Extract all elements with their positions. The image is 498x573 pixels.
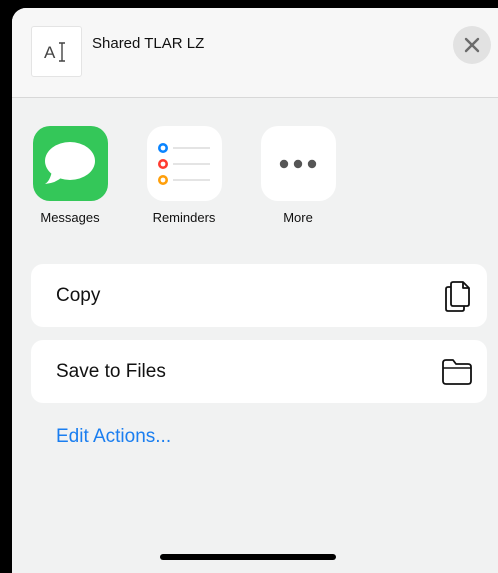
svg-text:A: A: [44, 43, 56, 62]
text-document-icon: A: [44, 41, 65, 62]
share-header: A Shared TLAR LZ: [12, 8, 498, 98]
save-to-files-label: Save to Files: [56, 361, 166, 382]
reminders-icon: [146, 126, 222, 201]
document-title: Shared TLAR LZ: [92, 35, 205, 52]
close-button[interactable]: [453, 26, 491, 64]
edit-actions-link[interactable]: Edit Actions...: [56, 426, 171, 448]
app-messages[interactable]: Messages: [25, 126, 115, 225]
app-more[interactable]: More: [253, 126, 343, 225]
document-thumbnail: A: [31, 26, 82, 77]
app-label-more: More: [283, 210, 313, 225]
messages-icon: [32, 126, 108, 201]
copy-action[interactable]: Copy: [31, 264, 487, 327]
folder-icon: [442, 359, 472, 385]
more-icon: [260, 126, 336, 201]
copy-label: Copy: [56, 285, 101, 306]
copy-icon: [445, 281, 470, 312]
home-indicator[interactable]: [160, 554, 336, 560]
app-reminders[interactable]: Reminders: [139, 126, 229, 225]
app-label-messages: Messages: [40, 210, 100, 225]
app-label-reminders: Reminders: [152, 210, 216, 225]
close-icon: [464, 37, 480, 53]
share-sheet: A Shared TLAR LZ Messages Reminders More…: [12, 8, 498, 573]
save-to-files-action[interactable]: Save to Files: [31, 340, 487, 403]
